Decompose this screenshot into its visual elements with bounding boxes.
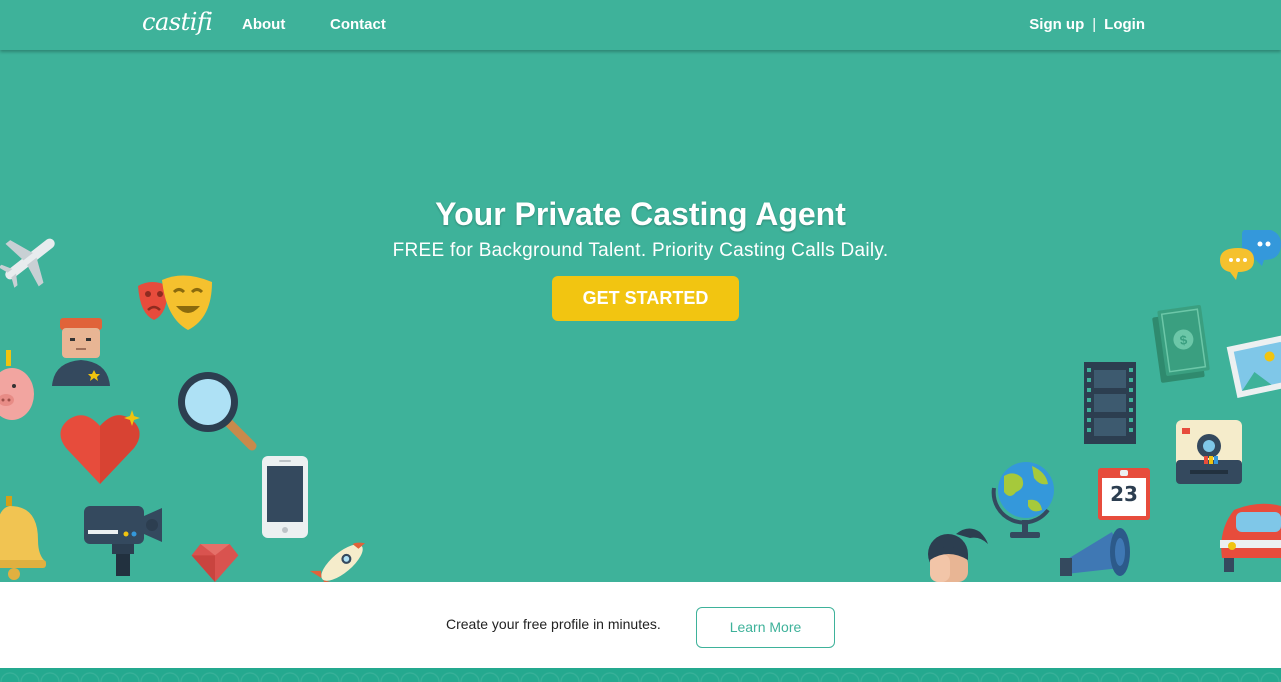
- smartphone-icon: [262, 456, 308, 538]
- calendar-icon: 23: [1098, 468, 1150, 520]
- hero-section: Your Private Casting Agent FREE for Back…: [0, 50, 1281, 582]
- gem-icon: [191, 544, 239, 582]
- profile-band: Create your free profile in minutes. Lea…: [0, 582, 1281, 668]
- nav-separator: |: [1092, 16, 1097, 33]
- footer-strip: [0, 668, 1281, 682]
- woman-icon: [928, 528, 988, 582]
- signup-link[interactable]: Sign up: [1029, 16, 1084, 33]
- camera-icon: [84, 506, 162, 576]
- money-icon: $: [1152, 304, 1210, 383]
- car-icon: [1220, 503, 1281, 572]
- hero-title: Your Private Casting Agent: [435, 196, 846, 232]
- magnifier-icon: [178, 372, 257, 451]
- megaphone-icon: [1060, 528, 1130, 576]
- airplane-icon: [0, 238, 55, 288]
- officer-icon: [52, 318, 110, 386]
- get-started-button[interactable]: GET STARTED: [552, 276, 739, 321]
- logo[interactable]: castifi: [142, 8, 213, 36]
- rocket-icon: [309, 542, 365, 582]
- hero-subtitle: FREE for Background Talent. Priority Cas…: [392, 240, 889, 261]
- heart-icon: [60, 410, 140, 484]
- band-text: Create your free profile in minutes.: [446, 616, 661, 632]
- film-strip-icon: [1084, 362, 1136, 444]
- calendar-ring: [1120, 470, 1128, 476]
- nav-contact-link[interactable]: Contact: [330, 16, 386, 33]
- login-link[interactable]: Login: [1104, 16, 1145, 33]
- globe-icon: [991, 462, 1054, 538]
- navbar: castifi About Contact Sign up | Login: [0, 0, 1281, 50]
- bell-icon: [0, 496, 46, 580]
- instant-camera-icon: [1176, 420, 1242, 484]
- auth-links: Sign up | Login: [1029, 16, 1145, 33]
- nav-about-link[interactable]: About: [242, 16, 285, 33]
- chat-bubbles-icon: [1220, 230, 1281, 280]
- piggy-bank-icon: [0, 350, 34, 420]
- photos-icon: [1226, 334, 1281, 399]
- learn-more-button[interactable]: Learn More: [696, 607, 835, 648]
- calendar-day: 23: [1110, 482, 1138, 506]
- theater-masks-icon: [138, 275, 212, 330]
